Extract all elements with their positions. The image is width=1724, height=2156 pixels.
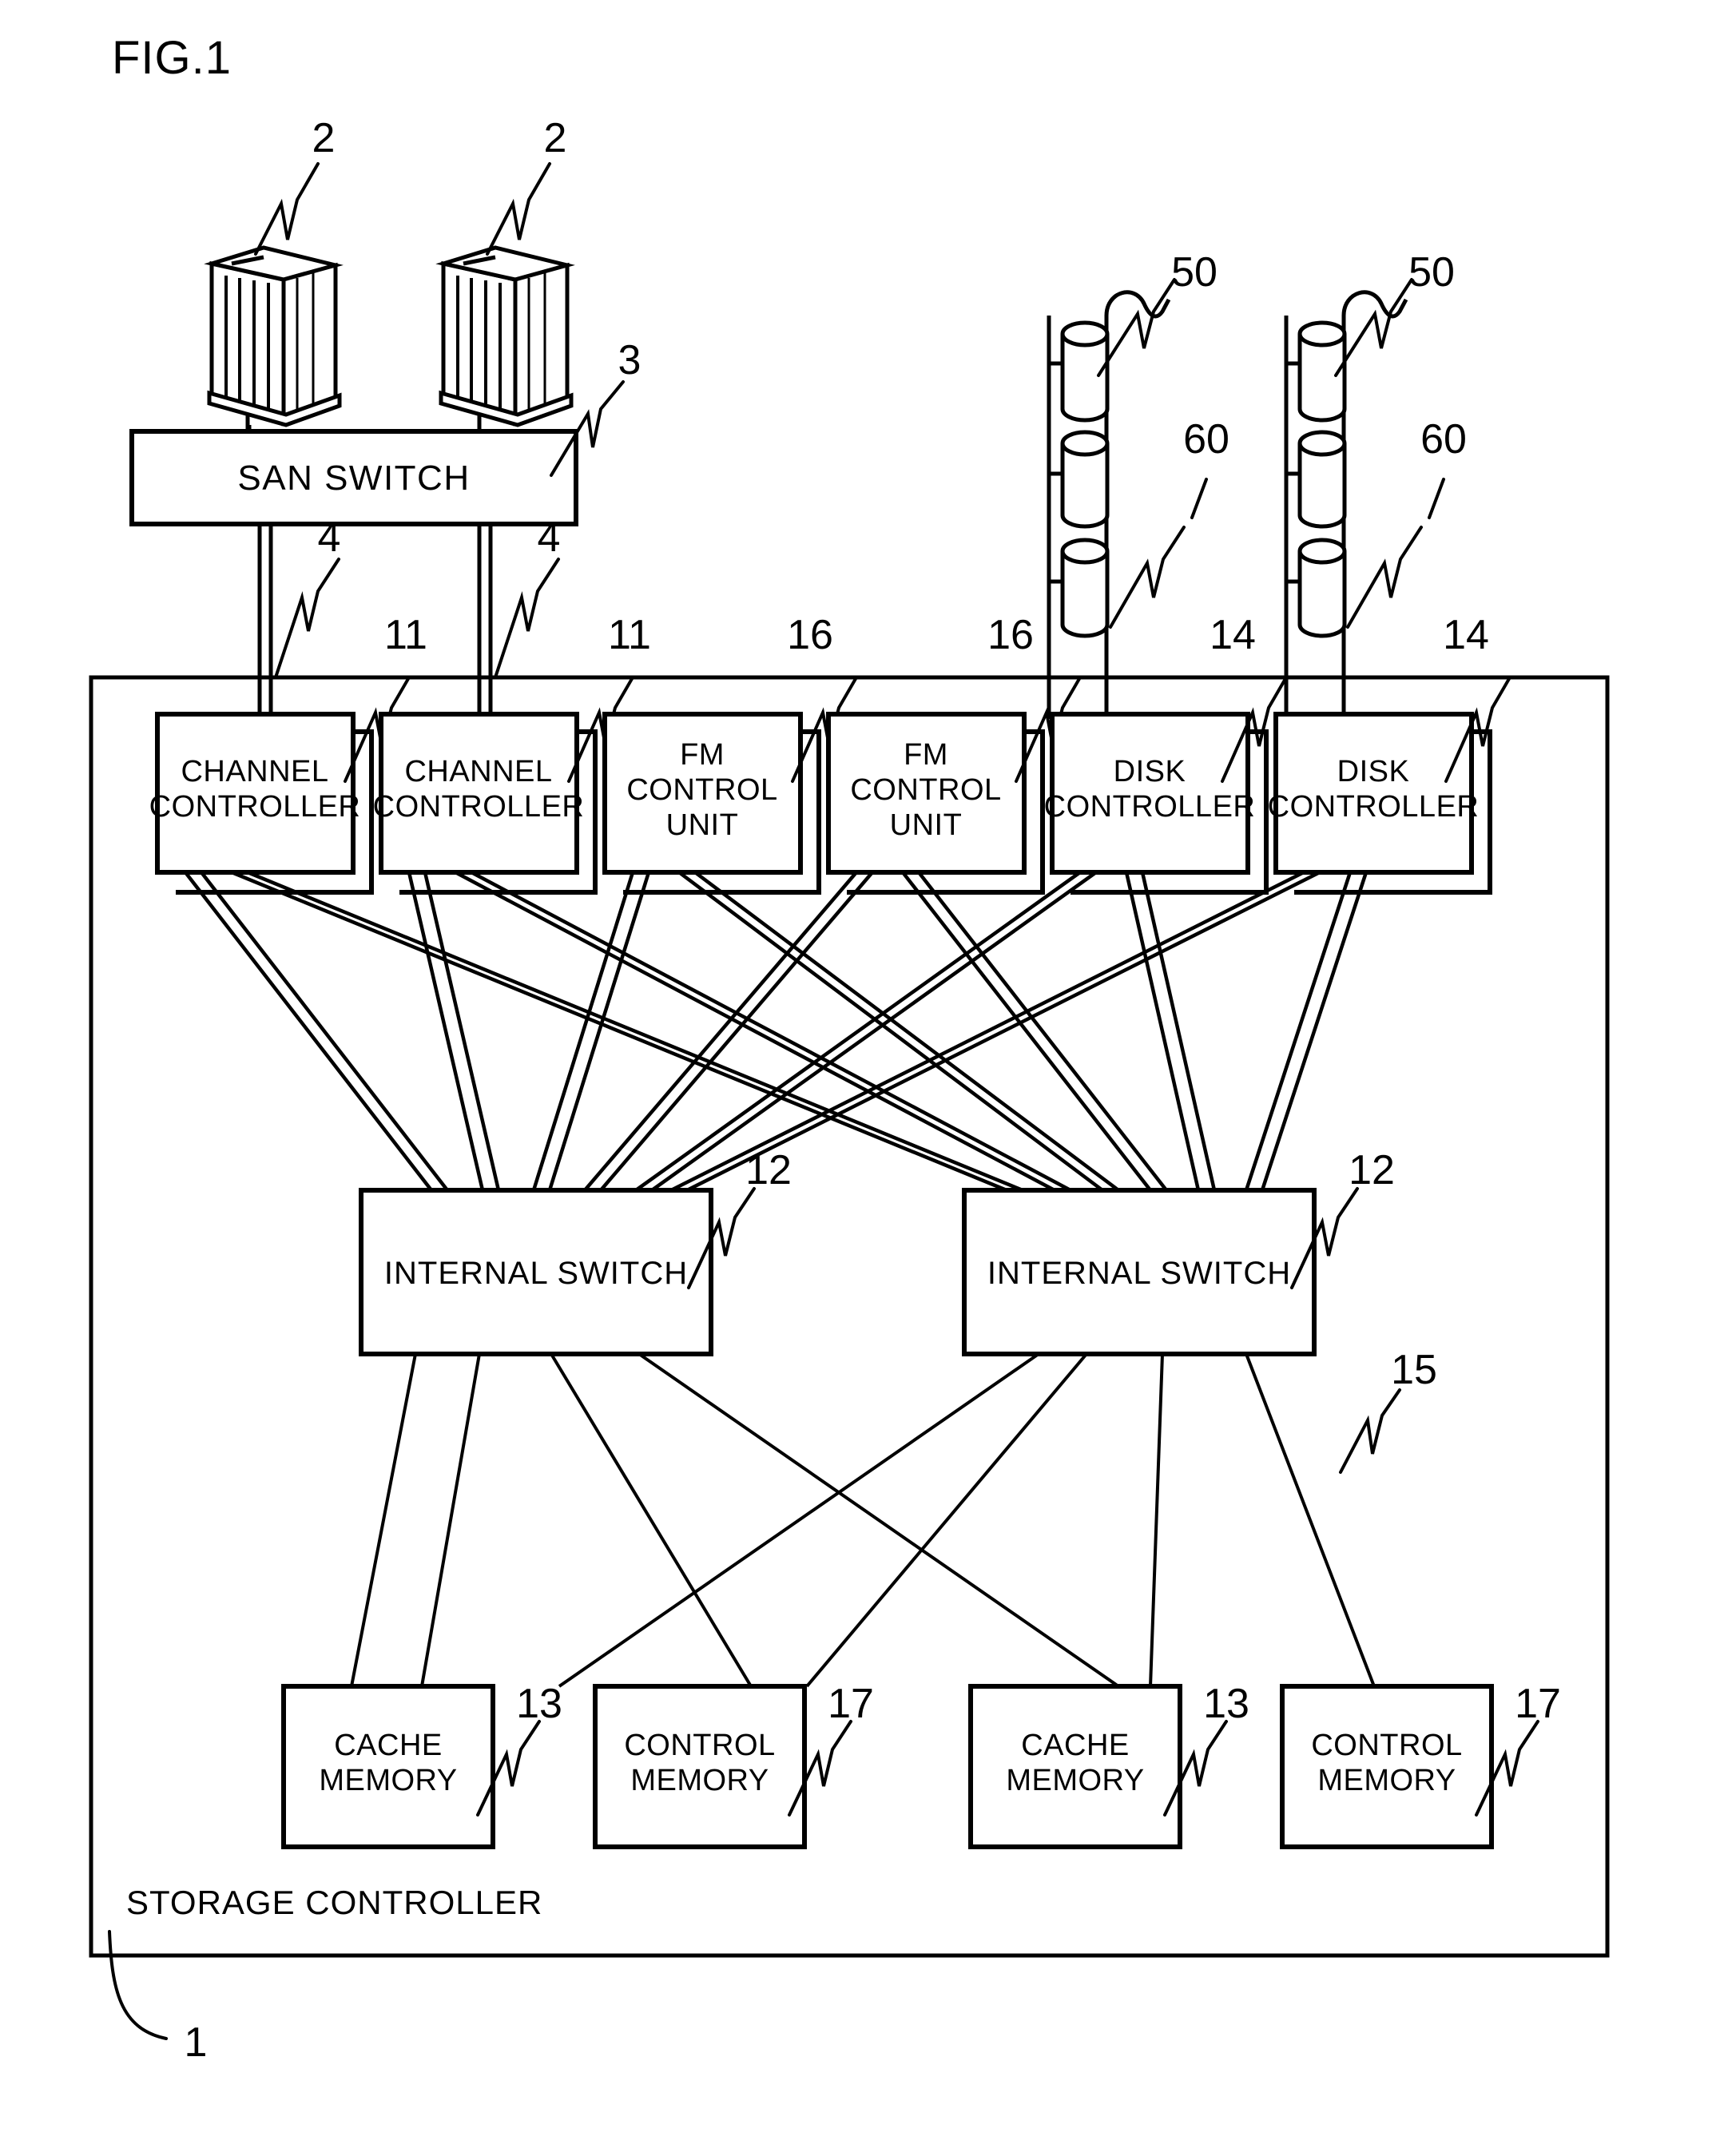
link-swleft-cache1 (350, 1353, 417, 1687)
ref-number-host-left: 2 (312, 115, 336, 161)
san-switch-label: SAN SWITCH (237, 459, 470, 498)
disk-unit (1286, 430, 1347, 529)
figure-title: FIG.1 (112, 32, 232, 84)
storage-controller-label: STORAGE CONTROLLER (126, 1884, 542, 1921)
ref-number-cable-2: 4 (538, 514, 561, 561)
ref-leader-internal-link: 15 (1339, 1347, 1437, 1474)
controller-box-fm-1[interactable]: FM CONTROL UNIT (602, 712, 821, 895)
ref-leader-host-right: 2 (486, 115, 567, 256)
link-swleft-cache1-b (420, 1353, 481, 1687)
controller-label-line-1: DISK (1114, 755, 1186, 788)
memory-box-control-1[interactable]: CONTROL MEMORY (593, 1684, 807, 1849)
memory-box-cache-1[interactable]: CACHE MEMORY (281, 1684, 495, 1849)
link-swright-cache2 (1149, 1353, 1164, 1687)
internal-switch-label-left: INTERNAL SWITCH (384, 1256, 688, 1291)
ref-number-disk-left: 50 (1171, 249, 1218, 296)
controller-label-line-3: UNIT (666, 808, 739, 842)
ref-number-controller-3: 16 (787, 612, 833, 658)
controller-box-channel-1[interactable]: CHANNEL CONTROLLER (149, 712, 374, 895)
ref-number-controller-5: 14 (1210, 612, 1256, 658)
controller-label-line-2: CONTROLLER (1268, 790, 1480, 824)
ref-number-internal-switch-right: 12 (1349, 1147, 1395, 1193)
controller-label-line-2: CONTROLLER (373, 790, 585, 824)
controller-label-line-3: UNIT (890, 808, 963, 842)
ref-leader-bus-left: 60 (1109, 416, 1229, 629)
disk-unit (1286, 320, 1347, 423)
disk-unit (1286, 538, 1347, 638)
memory-label-line-1: CACHE (334, 1729, 443, 1762)
ref-leader-cable-1: 4 (274, 514, 341, 679)
ref-number-memory-3: 13 (1203, 1681, 1249, 1727)
internal-switch-right[interactable]: INTERNAL SWITCH (962, 1188, 1317, 1356)
ref-number-host-right: 2 (544, 115, 567, 161)
ref-number-controller-4: 16 (987, 612, 1034, 658)
controller-box-channel-2[interactable]: CHANNEL CONTROLLER (373, 712, 598, 895)
ref-number-memory-2: 17 (828, 1681, 874, 1727)
link-ctrl4-sw-left (583, 871, 874, 1192)
ref-leader-disk-right: 50 (1334, 249, 1455, 377)
disk-unit (1049, 538, 1110, 638)
controller-box-disk-2[interactable]: DISK CONTROLLER (1268, 712, 1492, 895)
link-ctrl3-sw-right (677, 871, 1120, 1192)
ref-number-controller-1: 11 (384, 612, 427, 658)
host-computer-right[interactable] (435, 245, 575, 427)
controller-label-line-2: CONTROLLER (149, 790, 361, 824)
memory-label-line-2: MEMORY (1006, 1764, 1144, 1797)
link-ctrl5-sw-right (1124, 872, 1217, 1191)
figure-canvas: FIG.1 2 2 SAN SWITCH 3 4 4 50 60 50 60 S… (0, 0, 1724, 2156)
controller-label-line-1: FM (680, 738, 725, 772)
internal-switch-label-right: INTERNAL SWITCH (987, 1256, 1291, 1291)
disk-unit (1049, 430, 1110, 529)
ref-number-controller-6: 14 (1443, 612, 1489, 658)
memory-box-control-2[interactable]: CONTROL MEMORY (1280, 1684, 1494, 1849)
ref-number-storage-controller: 1 (185, 2019, 208, 2066)
ref-leader-storage-controller: 1 (108, 1930, 208, 2066)
host-computer-left[interactable] (204, 245, 344, 427)
link-swright-cache1 (558, 1352, 1040, 1688)
ref-number-san-switch: 3 (618, 337, 642, 383)
controller-label-line-1: DISK (1337, 755, 1410, 788)
link-ctrl4-sw-right (901, 871, 1168, 1192)
controller-label-line-1: CHANNEL (181, 755, 328, 788)
ref-number-memory-4: 17 (1515, 1681, 1561, 1727)
ref-leader-disk-left: 50 (1097, 249, 1218, 377)
patent-figure-svg: FIG.1 2 2 SAN SWITCH 3 4 4 50 60 50 60 S… (89, 32, 1610, 2066)
controller-label-line-1: CHANNEL (404, 755, 552, 788)
link-ctrl6-sw-right (1244, 872, 1368, 1191)
memory-label-line-1: CACHE (1021, 1729, 1130, 1762)
link-swleft-ctrlmem1 (550, 1352, 753, 1688)
ref-leader-bus-right: 60 (1346, 416, 1467, 629)
controller-label-line-2: CONTROL (850, 773, 1001, 807)
memory-box-cache-2[interactable]: CACHE MEMORY (968, 1684, 1182, 1849)
ref-number-bus-right: 60 (1420, 416, 1467, 463)
memory-label-line-1: CONTROL (624, 1729, 775, 1762)
ref-number-disk-right: 50 (1408, 249, 1455, 296)
ref-number-controller-2: 11 (608, 612, 651, 658)
ref-number-internal-switch-left: 12 (745, 1147, 792, 1193)
memory-label-line-2: MEMORY (1317, 1764, 1456, 1797)
ref-number-cable-1: 4 (318, 514, 341, 561)
memory-label-line-1: CONTROL (1311, 1729, 1462, 1762)
disk-unit (1049, 320, 1110, 423)
controller-label-line-1: FM (904, 738, 948, 772)
ref-number-internal-link: 15 (1391, 1347, 1437, 1393)
ref-leader-cable-2: 4 (494, 514, 561, 679)
controller-label-line-2: CONTROLLER (1044, 790, 1256, 824)
controller-box-disk-1[interactable]: DISK CONTROLLER (1044, 712, 1269, 895)
link-ctrl2-sw-left (407, 872, 501, 1191)
memory-label-line-2: MEMORY (319, 1764, 457, 1797)
link-swright-ctrlmem2 (1245, 1353, 1376, 1687)
internal-switch-left[interactable]: INTERNAL SWITCH (359, 1188, 713, 1356)
ref-number-memory-1: 13 (516, 1681, 562, 1727)
san-to-channel-cable-1 (257, 524, 273, 719)
ref-leader-host-left: 2 (254, 115, 336, 256)
link-ctrl1-sw-left (184, 871, 449, 1192)
ref-number-bus-left: 60 (1183, 416, 1229, 463)
controller-box-fm-2[interactable]: FM CONTROL UNIT (826, 712, 1045, 895)
san-to-channel-cable-2 (477, 524, 493, 719)
memory-label-line-2: MEMORY (630, 1764, 769, 1797)
controller-label-line-2: CONTROL (626, 773, 777, 807)
